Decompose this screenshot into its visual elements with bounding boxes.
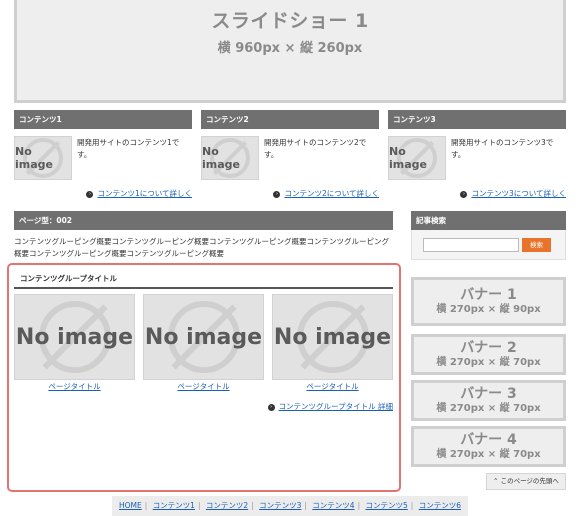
content-column-3: コンテンツ3 No image 開発用サイトのコンテンツ3です。 › コンテンツ3…	[388, 110, 566, 199]
search-area: 検索	[411, 230, 566, 260]
search-heading: 記事検索	[411, 211, 566, 230]
column-text: 開発用サイトのコンテンツ3です。	[451, 138, 554, 159]
banner-2[interactable]: バナー 2 横 270px × 縦 70px	[411, 334, 566, 375]
arrow-right-icon: ›	[460, 190, 468, 198]
group-item-link[interactable]: ページタイトル	[306, 382, 358, 391]
group-item-link[interactable]: ページタイトル	[48, 382, 100, 391]
slideshow-title: スライドショー 1	[211, 10, 369, 32]
column-more-link[interactable]: コンテンツ1について詳しく	[97, 189, 192, 198]
banner-3[interactable]: バナー 3 横 270px × 縦 70px	[411, 380, 566, 421]
group-item-link[interactable]: ページタイトル	[177, 382, 229, 391]
slideshow-size: 横 960px × 縦 260px	[217, 41, 363, 56]
search-button[interactable]: 検索	[522, 238, 551, 252]
footer-link-content3[interactable]: コンテンツ3	[259, 501, 301, 510]
page-description: コンテンツグルーピング概要コンテンツグルーピング概要コンテンツグルーピング概要コ…	[14, 237, 389, 258]
banner-4[interactable]: バナー 4 横 270px × 縦 70px	[411, 426, 566, 467]
content-column-1: コンテンツ1 No image 開発用サイトのコンテンツ1です。 › コンテンツ1…	[14, 110, 192, 199]
column-more-link[interactable]: コンテンツ3について詳しく	[471, 189, 566, 198]
group-more-link[interactable]: コンテンツグループタイトル 詳細	[279, 402, 393, 411]
slideshow-placeholder: スライドショー 1 横 960px × 縦 260px	[14, 0, 566, 103]
footer-link-content4[interactable]: コンテンツ4	[312, 501, 354, 510]
arrow-right-icon: ›	[273, 190, 281, 198]
no-image-placeholder: No image	[14, 136, 72, 180]
arrow-right-icon: ›	[267, 403, 275, 411]
banner-1[interactable]: バナー 1 横 270px × 縦 90px	[411, 277, 566, 326]
page-heading: ページ型：002	[14, 211, 393, 230]
chevron-up-icon: ⌃	[493, 477, 501, 485]
footer-link-content5[interactable]: コンテンツ5	[366, 501, 408, 510]
column-more-link[interactable]: コンテンツ2について詳しく	[284, 189, 379, 198]
no-image-placeholder: No image	[388, 136, 446, 180]
column-heading: コンテンツ2	[201, 110, 379, 129]
content-group-title: コンテンツグループタイトル	[14, 272, 393, 289]
column-heading: コンテンツ1	[14, 110, 192, 129]
column-text: 開発用サイトのコンテンツ1です。	[77, 138, 180, 159]
group-item-image[interactable]: No image	[14, 294, 135, 380]
footer-nav: HOME | コンテンツ1 | コンテンツ2 | コンテンツ3 | コンテンツ4 | コン…	[112, 496, 468, 516]
search-input[interactable]	[423, 238, 519, 252]
column-text: 開発用サイトのコンテンツ2です。	[264, 138, 367, 159]
no-image-placeholder: No image	[201, 136, 259, 180]
content-column-2: コンテンツ2 No image 開発用サイトのコンテンツ2です。 › コンテンツ2…	[201, 110, 379, 199]
footer-link-home[interactable]: HOME	[119, 501, 142, 510]
group-item-image[interactable]: No image	[143, 294, 264, 380]
arrow-right-icon: ›	[86, 190, 94, 198]
footer-link-content6[interactable]: コンテンツ6	[419, 501, 461, 510]
back-to-top-button[interactable]: ⌃ このページの先頭へ	[486, 473, 566, 490]
column-heading: コンテンツ3	[388, 110, 566, 129]
footer-link-content2[interactable]: コンテンツ2	[206, 501, 248, 510]
footer-link-content1[interactable]: コンテンツ1	[153, 501, 195, 510]
group-item-image[interactable]: No image	[272, 294, 393, 380]
